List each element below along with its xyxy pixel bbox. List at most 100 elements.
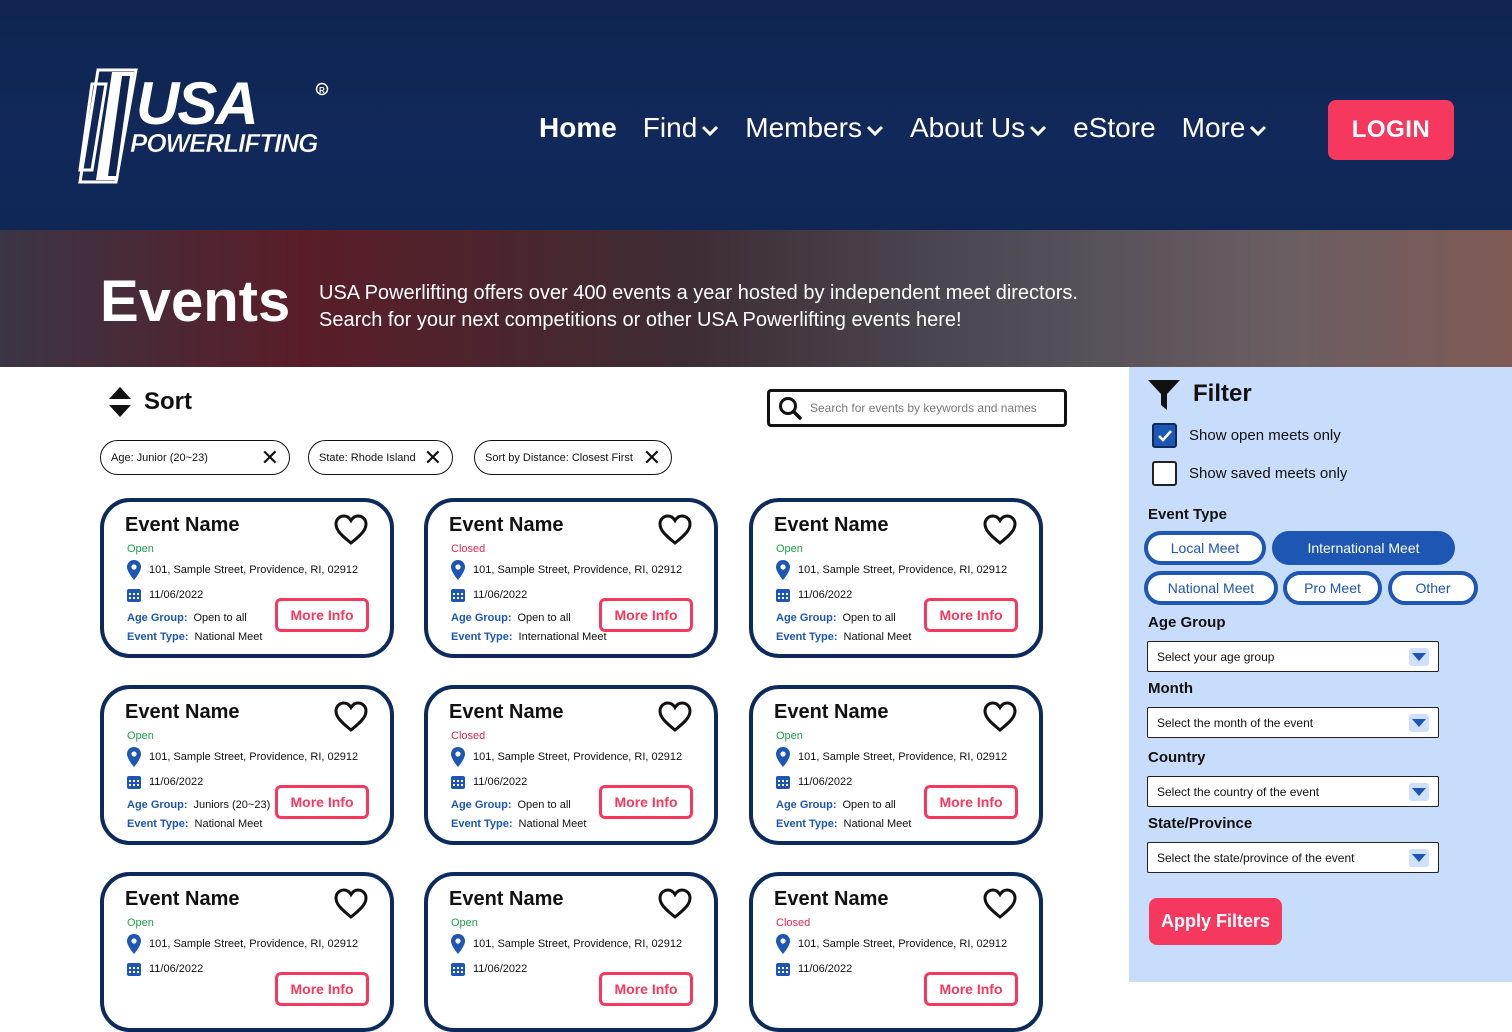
chevron-down-icon	[1030, 125, 1047, 137]
checkbox-unchecked[interactable]	[1152, 461, 1177, 486]
funnel-icon	[1148, 380, 1180, 410]
event-card[interactable]: Event Name Open 101, Sample Street, Prov…	[100, 872, 394, 1032]
nav-more[interactable]: More	[1182, 112, 1268, 144]
close-icon[interactable]: ✕	[261, 446, 279, 469]
age-group-label: Age Group:	[451, 799, 512, 811]
apply-filters-button[interactable]: Apply Filters	[1149, 898, 1282, 945]
event-card[interactable]: Event Name Open 101, Sample Street, Prov…	[100, 498, 394, 658]
pill-other[interactable]: Other	[1388, 571, 1478, 605]
more-info-button[interactable]: More Info	[275, 598, 369, 632]
event-status: Closed	[451, 730, 486, 742]
more-info-button[interactable]: More Info	[275, 785, 369, 819]
show-open-label: Show open meets only	[1189, 427, 1341, 444]
chevron-down-icon	[866, 125, 884, 137]
nav-members-label: Members	[745, 112, 862, 143]
heart-icon[interactable]	[983, 888, 1017, 920]
month-select[interactable]: Select the month of the event	[1147, 707, 1439, 738]
event-age-group	[127, 986, 133, 998]
pill-international-meet[interactable]: International Meet	[1272, 531, 1455, 565]
age-group-label: Age Group:	[776, 799, 837, 811]
more-info-button[interactable]: More Info	[275, 972, 369, 1006]
location-pin-icon	[127, 747, 141, 767]
country-select[interactable]: Select the country of the event	[1147, 776, 1439, 807]
event-card[interactable]: Event Name Closed 101, Sample Street, Pr…	[424, 685, 718, 845]
event-type-value: International Meet	[518, 631, 607, 643]
event-type: Event Type: International Meet	[451, 631, 607, 643]
heart-icon[interactable]	[983, 514, 1017, 546]
login-button[interactable]: LOGIN	[1328, 100, 1454, 160]
pill-local-meet[interactable]: Local Meet	[1144, 531, 1266, 565]
main-nav: Home Find Members About Us eStore More	[539, 112, 1293, 144]
show-open-meets-toggle[interactable]: Show open meets only	[1152, 423, 1341, 448]
nav-home-label: Home	[539, 112, 617, 143]
more-info-button[interactable]: More Info	[599, 972, 693, 1006]
event-date: 11/06/2022	[149, 589, 204, 601]
heart-icon[interactable]	[983, 701, 1017, 733]
usa-powerlifting-logo[interactable]: USA POWERLIFTING R	[78, 62, 333, 188]
pill-national-meet[interactable]: National Meet	[1144, 571, 1278, 605]
event-card[interactable]: Event Name Open 101, Sample Street, Prov…	[100, 685, 394, 845]
event-card[interactable]: Event Name Closed 101, Sample Street, Pr…	[749, 872, 1043, 1032]
event-date-row: 11/06/2022	[451, 588, 527, 602]
event-type-label: Event Type:	[776, 631, 838, 643]
heart-icon[interactable]	[658, 701, 692, 733]
svg-text:R: R	[319, 86, 325, 95]
close-icon[interactable]: ✕	[643, 446, 661, 469]
more-info-button[interactable]: More Info	[599, 785, 693, 819]
calendar-icon	[776, 963, 790, 976]
nav-estore[interactable]: eStore	[1073, 112, 1156, 144]
nav-about-us[interactable]: About Us	[910, 112, 1047, 144]
calendar-icon	[451, 589, 465, 602]
more-info-button[interactable]: More Info	[924, 598, 1018, 632]
nav-find[interactable]: Find	[643, 112, 719, 144]
chip-label: Sort by Distance: Closest First	[485, 451, 633, 464]
age-group-select[interactable]: Select your age group	[1147, 641, 1439, 672]
dropdown-arrow-icon	[1409, 713, 1429, 732]
chevron-down-icon	[1250, 125, 1267, 137]
event-date-row: 11/06/2022	[451, 962, 527, 976]
country-heading: Country	[1148, 749, 1206, 766]
close-icon[interactable]: ✕	[424, 446, 442, 469]
more-info-button[interactable]: More Info	[599, 598, 693, 632]
event-type-label: Event Type:	[451, 631, 513, 643]
event-date-row: 11/06/2022	[127, 962, 203, 976]
event-date: 11/06/2022	[149, 776, 204, 788]
event-type-label: Event Type:	[451, 818, 513, 830]
heart-icon[interactable]	[334, 701, 368, 733]
nav-home[interactable]: Home	[539, 112, 617, 144]
event-type-label: Event Type:	[776, 818, 838, 830]
event-card[interactable]: Event Name Closed 101, Sample Street, Pr…	[424, 498, 718, 658]
heart-icon[interactable]	[334, 888, 368, 920]
event-age-group	[776, 986, 782, 998]
event-name: Event Name	[449, 888, 564, 910]
event-card[interactable]: Event Name Open 101, Sample Street, Prov…	[424, 872, 718, 1032]
age-group-value: Open to all	[517, 612, 571, 624]
show-saved-meets-toggle[interactable]: Show saved meets only	[1152, 461, 1347, 486]
event-type: Event Type: National Meet	[127, 818, 262, 830]
event-address-row: 101, Sample Street, Providence, RI, 0291…	[451, 934, 682, 954]
sort-control[interactable]: Sort	[108, 386, 192, 418]
event-age-group: Age Group: Open to all	[451, 799, 571, 811]
state-placeholder: Select the state/province of the event	[1157, 850, 1355, 865]
search-input[interactable]	[810, 401, 1060, 415]
nav-find-label: Find	[642, 112, 698, 143]
more-info-button[interactable]: More Info	[924, 785, 1018, 819]
checkbox-checked[interactable]	[1152, 423, 1177, 448]
event-card[interactable]: Event Name Open 101, Sample Street, Prov…	[749, 498, 1043, 658]
heart-icon[interactable]	[334, 514, 368, 546]
event-address: 101, Sample Street, Providence, RI, 0291…	[149, 564, 359, 576]
heart-icon[interactable]	[658, 888, 692, 920]
calendar-icon	[451, 776, 465, 789]
location-pin-icon	[127, 560, 141, 580]
event-type-value: National Meet	[194, 631, 263, 643]
event-card[interactable]: Event Name Open 101, Sample Street, Prov…	[749, 685, 1043, 845]
more-info-button[interactable]: More Info	[924, 972, 1018, 1006]
dropdown-arrow-icon	[1409, 848, 1429, 867]
event-type-value: National Meet	[843, 818, 912, 830]
chip-label: State: Rhode Island	[319, 451, 416, 464]
event-address: 101, Sample Street, Providence, RI, 0291…	[798, 751, 1008, 763]
pill-pro-meet[interactable]: Pro Meet	[1283, 571, 1382, 605]
heart-icon[interactable]	[658, 514, 692, 546]
nav-members[interactable]: Members	[745, 112, 884, 144]
state-province-select[interactable]: Select the state/province of the event	[1147, 842, 1439, 873]
